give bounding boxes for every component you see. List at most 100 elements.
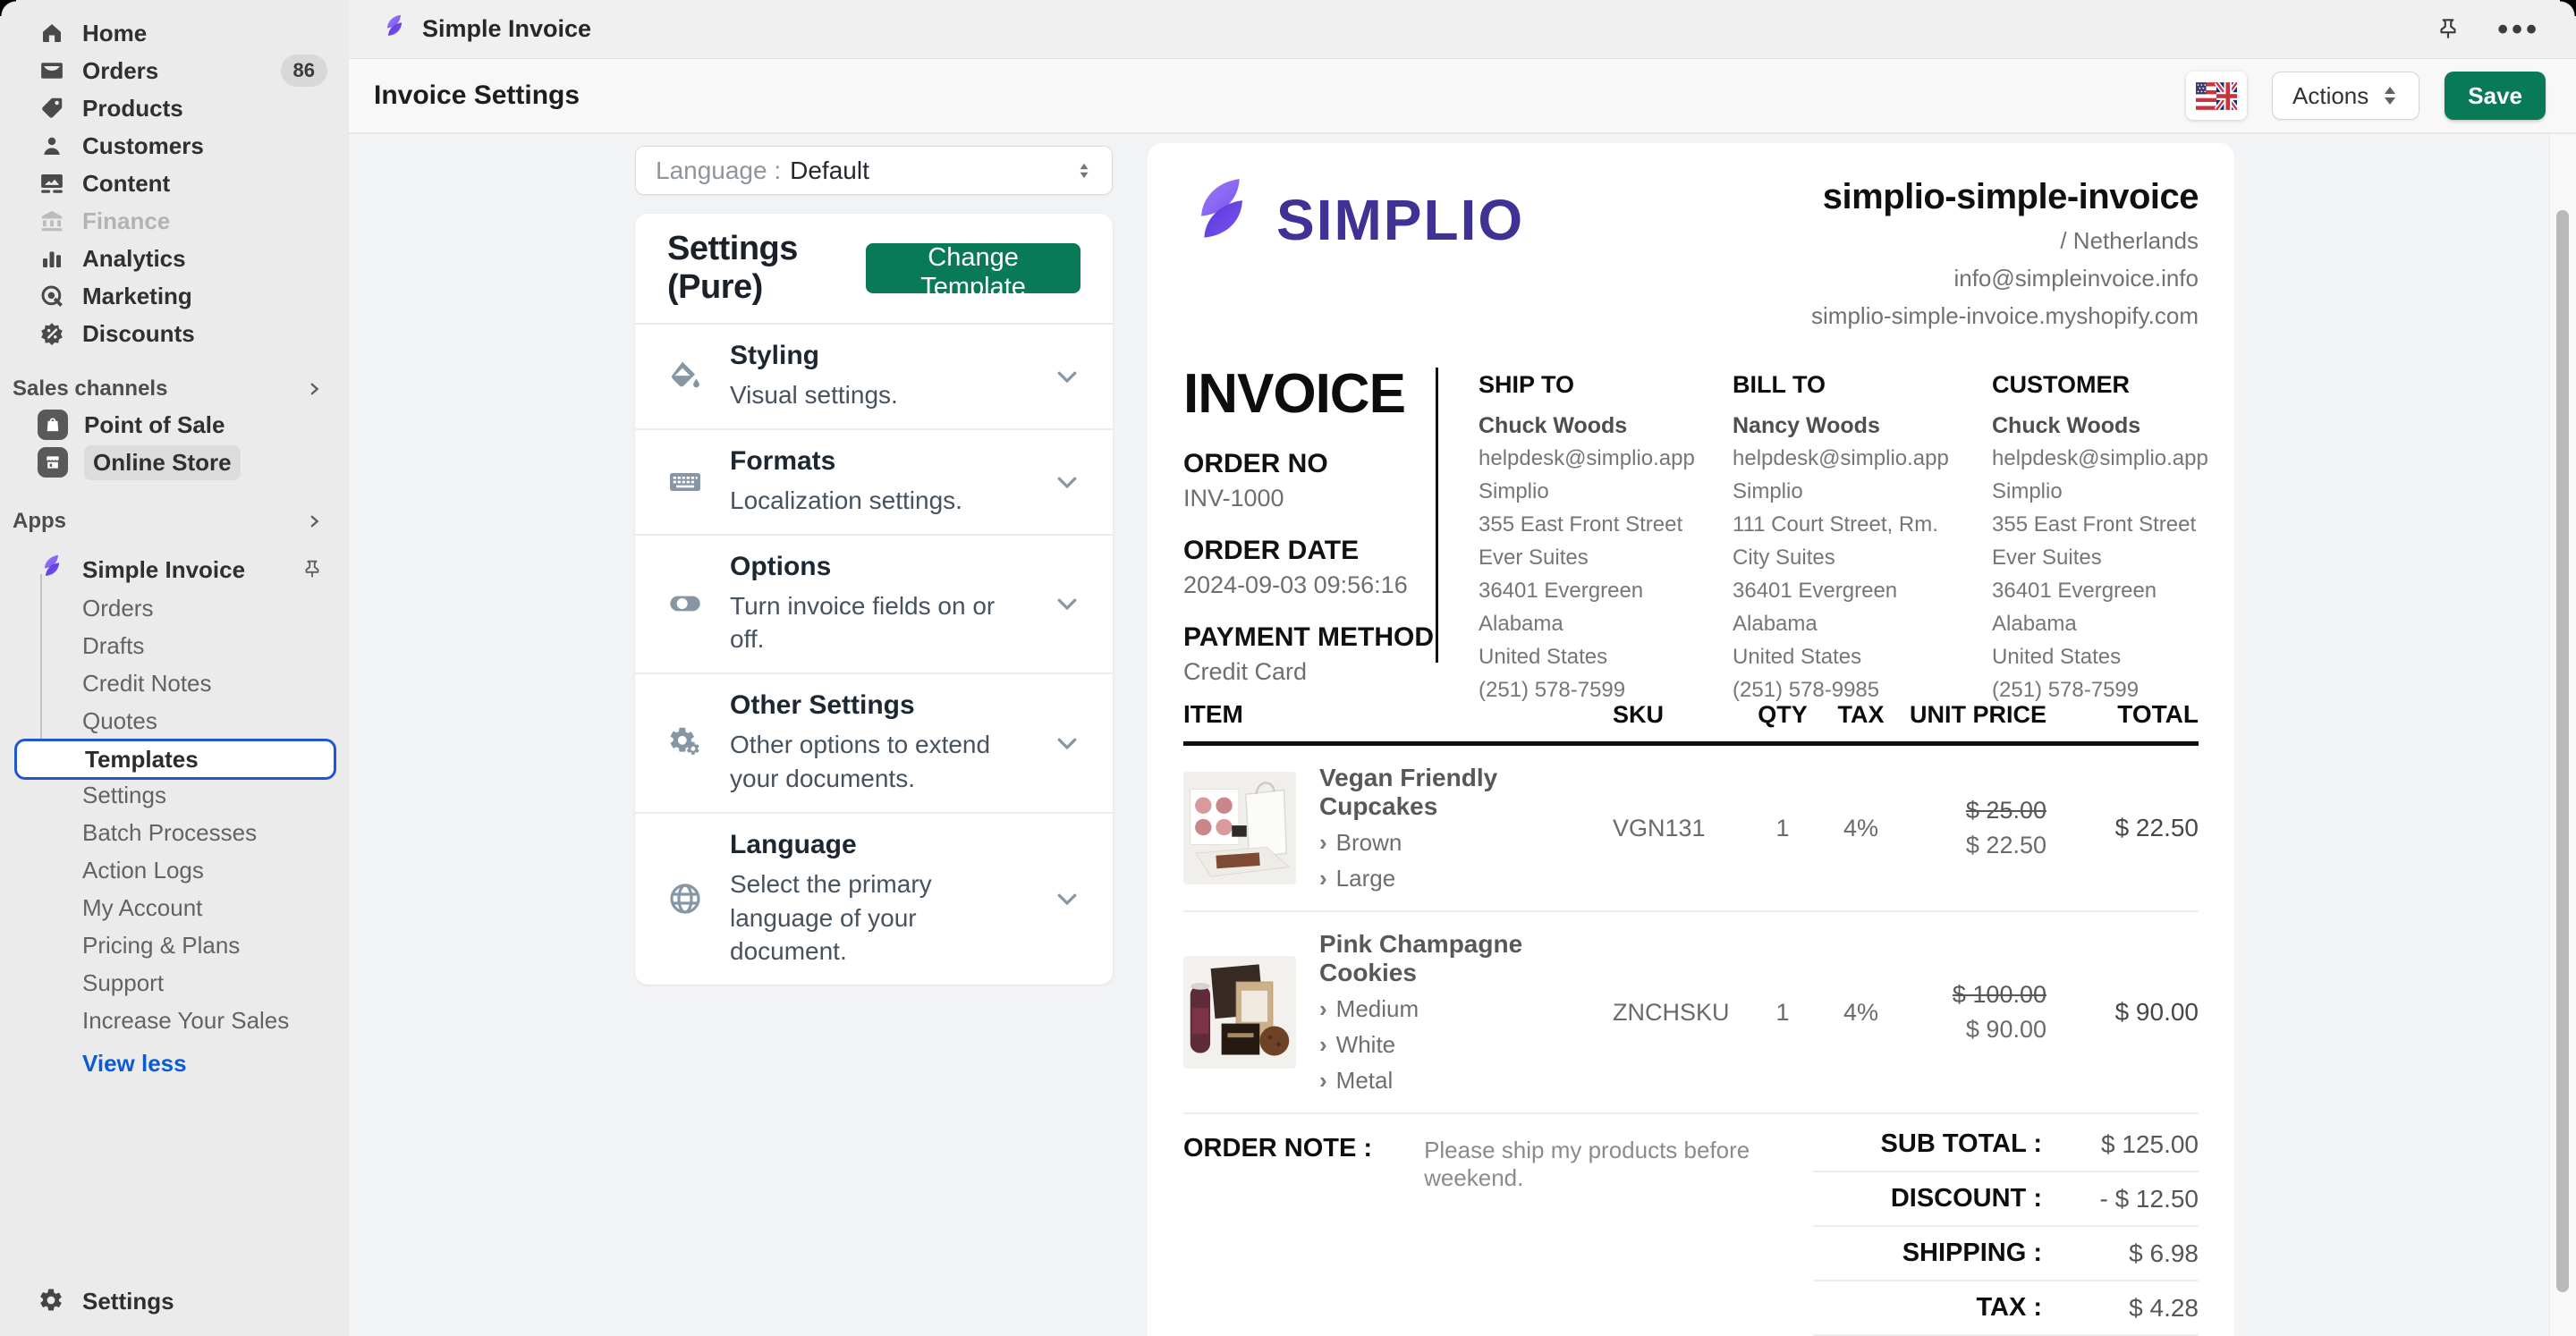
accordion-language[interactable]: Language Select the primary language of … [635,814,1113,985]
address-line: United States [1479,644,1720,671]
address-line: 36401 Evergreen [1992,578,2233,605]
accordion-other-settings[interactable]: Other Settings Other options to extend y… [635,674,1113,814]
store-email: info@simpleinvoice.info [1811,265,2199,292]
sub-item-label: Support [82,969,164,997]
sub-item-label: My Account [82,894,202,922]
meta-label: ORDER DATE [1183,536,1436,566]
apps-header[interactable]: Apps [13,503,336,540]
sidebar-item-app-my-account[interactable]: My Account [14,889,336,926]
address-line: (251) 578-7599 [1479,677,1720,704]
pin-icon[interactable] [301,558,324,581]
col-header-qty: QTY [1747,701,1818,729]
paint-bucket-icon [667,359,703,394]
simplio-logo-text: SIMPLIO [1276,187,1524,253]
order-note-label: ORDER NOTE : [1183,1134,1372,1336]
sidebar-item-app-templates[interactable]: Templates [14,739,336,780]
sidebar: Home Orders 86 Products Customers [0,0,349,1336]
product-image [1183,954,1296,1070]
sidebar-item-label: Customers [82,132,204,160]
address-line: Simplio [1992,478,2233,505]
store-domain: simplio-simple-invoice.myshopify.com [1811,302,2199,330]
save-button[interactable]: Save [2445,72,2546,120]
scrollbar-thumb[interactable] [2556,210,2569,1292]
accordion-title: Other Settings [730,690,1025,721]
sidebar-item-orders[interactable]: Orders 86 [14,52,336,89]
address-line: United States [1733,644,1974,671]
sidebar-item-simple-invoice-app[interactable]: Simple Invoice [14,551,336,588]
unit-price-discounted: $ 22.50 [1903,832,2046,859]
address-line: helpdesk@simplio.app [1992,445,2233,472]
address-line: Simplio [1733,478,1974,505]
us-uk-flag-icon [2196,82,2237,110]
chevron-right-icon [306,513,322,529]
sales-channels-header[interactable]: Sales channels [13,370,336,408]
vertical-divider [1436,368,1438,663]
accordion-desc: Turn invoice fields on or off. [730,589,1025,657]
app-window: Home Orders 86 Products Customers [0,0,2576,1336]
sidebar-item-app-orders[interactable]: Orders [14,589,336,627]
change-template-button[interactable]: Change Template [866,243,1080,293]
sub-item-label: Pricing & Plans [82,932,240,960]
media-icon [38,169,66,198]
sidebar-item-app-action-logs[interactable]: Action Logs [14,851,336,889]
sidebar-item-settings[interactable]: Settings [14,1282,336,1320]
sidebar-item-marketing[interactable]: Marketing [14,277,336,315]
point-of-sale-icon [38,410,68,440]
settings-card-header: Settings (Pure) Change Template [635,214,1113,325]
sidebar-item-products[interactable]: Products [14,89,336,127]
more-options-icon[interactable]: ••• [2497,21,2540,38]
product-option: ›Medium [1319,995,1613,1023]
table-header-row: ITEM SKU QTY TAX UNIT PRICE TOTAL [1183,700,2199,746]
pin-icon[interactable] [2435,17,2462,42]
accordion-styling[interactable]: Styling Visual settings. [635,325,1113,430]
sidebar-item-discounts[interactable]: Discounts [14,315,336,352]
accordion-options[interactable]: Options Turn invoice fields on or off. [635,536,1113,675]
sidebar-item-finance[interactable]: Finance [14,202,336,240]
cell-tax: 4% [1818,999,1903,1027]
sub-item-label: Orders [82,595,153,622]
sidebar-item-app-credit-notes[interactable]: Credit Notes [14,664,336,702]
address-heading: BILL TO [1733,371,1974,399]
address-line: Ever Suites [1479,545,1720,571]
sidebar-item-app-quotes[interactable]: Quotes [14,702,336,740]
sidebar-item-analytics[interactable]: Analytics [14,240,336,277]
sidebar-item-online-store[interactable]: Online Store [14,444,336,481]
actions-button[interactable]: Actions [2272,72,2419,120]
sidebar-item-label: Finance [82,207,170,235]
cell-qty: 1 [1747,815,1818,842]
sidebar-item-app-support[interactable]: Support [14,964,336,1002]
template-language-select[interactable]: Language : Default [635,146,1113,195]
actions-label: Actions [2292,82,2368,110]
sidebar-item-customers[interactable]: Customers [14,127,336,165]
sidebar-item-app-pricing-plans[interactable]: Pricing & Plans [14,926,336,964]
sidebar-item-app-settings[interactable]: Settings [14,776,336,814]
address-line: (251) 578-7599 [1992,677,2233,704]
sidebar-item-point-of-sale[interactable]: Point of Sale [14,406,336,444]
sidebar-item-app-batch-processes[interactable]: Batch Processes [14,814,336,851]
person-icon [38,131,66,160]
scrollbar-track[interactable] [2549,134,2576,1336]
customer-block: CUSTOMER Chuck Woods helpdesk@simplio.ap… [1992,371,2233,704]
meta-label: ORDER NO [1183,449,1436,479]
settings-card-title: Settings (Pure) [667,230,866,307]
table-row: Vegan Friendly Cupcakes ›Brown ›Large VG… [1183,746,2199,912]
view-less-link[interactable]: View less [82,1044,187,1082]
address-line: 36401 Evergreen [1479,578,1720,605]
unit-price-discounted: $ 90.00 [1903,1016,2046,1044]
gear-icon [38,1287,66,1315]
chevron-down-icon [1054,469,1080,495]
sub-item-label: Templates [85,746,199,774]
address-line: helpdesk@simplio.app [1733,445,1974,472]
sub-item-label: Batch Processes [82,819,257,847]
language-select-value: Default [790,156,869,185]
content-area: Language : Default Settings (Pure) Chang… [349,134,2576,1336]
sub-item-label: Action Logs [82,857,204,884]
sidebar-item-home[interactable]: Home [14,14,336,52]
sidebar-item-app-increase-sales[interactable]: Increase Your Sales [14,1002,336,1039]
sidebar-item-content[interactable]: Content [14,165,336,202]
accordion-formats[interactable]: Formats Localization settings. [635,430,1113,536]
sidebar-item-app-drafts[interactable]: Drafts [14,627,336,664]
col-header-item: ITEM [1183,700,1613,729]
sidebar-item-label: Products [82,95,183,123]
language-flag-button[interactable] [2186,72,2247,120]
